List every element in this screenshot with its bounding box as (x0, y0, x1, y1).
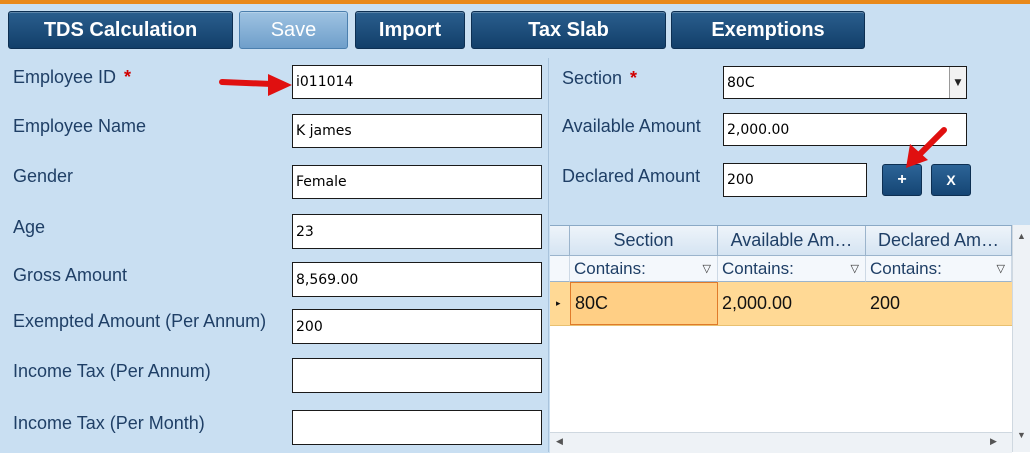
cell-section[interactable]: 80C (570, 282, 718, 325)
exemption-grid: Section Available Am… Declared Am… Conta… (550, 225, 1030, 453)
grid-corner (550, 226, 570, 256)
filter-label: Contains: (870, 258, 942, 278)
filter-cell-declared[interactable]: Contains: ▽ (866, 256, 1012, 282)
filter-icon[interactable]: ▽ (703, 262, 711, 275)
tax-slab-button[interactable]: Tax Slab (471, 11, 666, 49)
scroll-left-icon[interactable]: ◀ (556, 436, 563, 447)
age-field[interactable]: 23 (292, 214, 542, 249)
gender-field[interactable]: Female (292, 165, 542, 199)
filter-label: Contains: (722, 258, 794, 278)
income-tax-month-label: Income Tax (Per Month) (13, 413, 205, 433)
available-amount-label: Available Amount (562, 116, 701, 136)
scroll-up-icon[interactable]: ▲ (1017, 231, 1026, 241)
gender-label: Gender (13, 166, 74, 186)
toolbar: TDS Calculation Save Import Tax Slab Exe… (0, 0, 1030, 56)
income-tax-annum-field[interactable] (292, 358, 542, 393)
save-button[interactable]: Save (239, 11, 348, 49)
filter-label: Contains: (574, 258, 646, 278)
exemptions-button[interactable]: Exemptions (671, 11, 865, 49)
section-label-text: Section (562, 68, 623, 88)
vertical-scrollbar[interactable]: ▲ ▼ (1012, 225, 1030, 452)
scroll-right-icon[interactable]: ▶ (990, 436, 997, 447)
employee-name-field[interactable]: K james (292, 114, 542, 148)
employee-id-label: Employee ID * (13, 67, 131, 88)
scroll-down-icon[interactable]: ▼ (1017, 430, 1026, 440)
filter-icon[interactable]: ▽ (997, 262, 1005, 275)
employee-name-label: Employee Name (13, 116, 147, 136)
section-label: Section * (562, 68, 637, 89)
filter-icon[interactable]: ▽ (851, 262, 859, 275)
filter-cell-section[interactable]: Contains: ▽ (570, 256, 718, 282)
section-select-value: 80C (727, 74, 755, 91)
tds-calculation-button[interactable]: TDS Calculation (8, 11, 233, 49)
import-button[interactable]: Import (355, 11, 465, 49)
declared-amount-label: Declared Amount (562, 166, 701, 186)
employee-id-label-text: Employee ID (13, 67, 117, 87)
filter-cell-available[interactable]: Contains: ▽ (718, 256, 866, 282)
column-header-declared[interactable]: Declared Am… (866, 226, 1012, 256)
horizontal-scrollbar[interactable]: ◀ ▶ (550, 432, 1012, 453)
declared-amount-field[interactable]: 200 (723, 163, 867, 197)
required-mark: * (630, 68, 638, 88)
column-header-section[interactable]: Section (570, 226, 718, 256)
chevron-down-icon[interactable]: ▼ (949, 67, 966, 98)
filter-corner (550, 256, 570, 282)
cell-declared[interactable]: 200 (866, 282, 1012, 325)
employee-id-field[interactable]: i011014 (292, 65, 542, 99)
income-tax-annum-label: Income Tax (Per Annum) (13, 361, 211, 381)
exempted-amount-field[interactable]: 200 (292, 309, 542, 344)
gross-amount-field[interactable]: 8,569.00 (292, 262, 542, 297)
income-tax-month-field[interactable] (292, 410, 542, 445)
cell-available[interactable]: 2,000.00 (718, 282, 866, 325)
annotation-arrow-icon (906, 127, 947, 168)
annotation-arrow-icon (219, 74, 292, 96)
column-header-available[interactable]: Available Am… (718, 226, 866, 256)
gross-amount-label: Gross Amount (13, 265, 128, 285)
required-mark: * (124, 67, 132, 87)
row-indicator-icon: ▸ (556, 298, 561, 308)
exempted-amount-label: Exempted Amount (Per Annum) (13, 311, 267, 331)
age-label: Age (13, 217, 46, 237)
section-select[interactable]: 80C ▼ (723, 66, 967, 99)
